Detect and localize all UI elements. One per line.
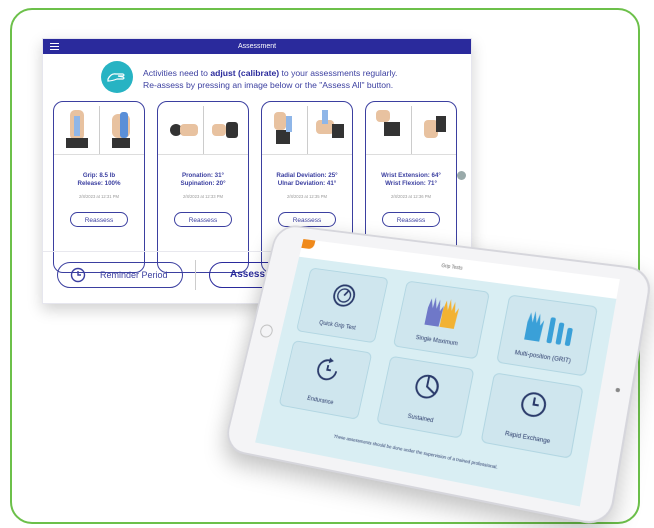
assessment-header: Assessment [43, 39, 471, 54]
deviation-images[interactable] [262, 102, 352, 155]
grip-stat: Grip: 8.5 lb Release: 100% [54, 172, 144, 188]
stat-line: Release: 100% [54, 180, 144, 188]
reassess-button[interactable]: Reassess [382, 212, 440, 227]
reminder-period-label: Reminder Period [100, 263, 168, 287]
clock-arrow-icon [312, 355, 343, 386]
hand-extension-image-icon [372, 106, 408, 150]
tile-label: Single Maximum [396, 332, 479, 350]
reassess-button[interactable]: Reassess [70, 212, 128, 227]
assessment-date: 2/8/2023 at 12:36 PM [366, 194, 456, 199]
app-corner-badge-icon [301, 239, 315, 249]
hand-grip-image-icon [60, 106, 96, 150]
grip-card[interactable]: Grip: 8.5 lb Release: 100% 2/8/2023 at 1… [53, 101, 145, 273]
deviation-stat: Radial Deviation: 25° Ulnar Deviation: 4… [262, 172, 352, 188]
hamburger-menu-icon[interactable] [50, 43, 59, 50]
assessment-title: Assessment [238, 43, 276, 50]
quick-grip-test-tile[interactable]: Quick Grip Test [296, 267, 389, 343]
assessment-date: 2/8/2023 at 12:33 PM [158, 194, 248, 199]
banner-text-part: Activities need to [143, 68, 210, 78]
banner-text-line2: Re-assess by pressing an image below or … [143, 80, 393, 90]
clock-icon [70, 267, 86, 283]
hand-flexion-image-icon [416, 106, 452, 150]
hand-radial-image-icon [268, 106, 304, 150]
tile-label: Rapid Exchange [483, 427, 572, 449]
stat-line: Wrist Extension: 64° [366, 172, 456, 180]
grip-images[interactable] [54, 102, 144, 155]
tile-label: Sustained [379, 409, 463, 430]
reminder-period-button[interactable]: Reminder Period [57, 262, 183, 288]
side-indicator-icon [457, 171, 466, 180]
pronation-stat: Pronation: 31° Supination: 20° [158, 172, 248, 188]
hand-supination-image-icon [208, 106, 244, 150]
pie-clock-icon [411, 371, 443, 403]
reassess-button[interactable]: Reassess [174, 212, 232, 227]
assessment-date: 2/8/2023 at 12:35 PM [262, 194, 352, 199]
single-maximum-tile[interactable]: Single Maximum [393, 281, 490, 360]
stat-line: Wrist Flexion: 71° [366, 180, 456, 188]
footer-divider [195, 260, 196, 290]
wrist-images[interactable] [366, 102, 456, 155]
tile-label: Multi-position (GRIT) [499, 348, 587, 367]
pronation-images[interactable] [158, 102, 248, 155]
tile-label: Quick Grip Test [299, 317, 377, 334]
hand-release-image-icon [104, 106, 140, 150]
hand-ulnar-image-icon [312, 106, 348, 150]
calibration-banner: Activities need to adjust (calibrate) to… [101, 61, 461, 95]
banner-text-part: to your assessments regularly. [279, 68, 397, 78]
pronation-card[interactable]: Pronation: 31° Supination: 20° 2/8/2023 … [157, 101, 249, 273]
glove-bars-icon [520, 308, 577, 349]
calibrate-hand-icon [101, 61, 133, 93]
stat-line: Grip: 8.5 lb [54, 172, 144, 180]
stat-line: Ulnar Deviation: 41° [262, 180, 352, 188]
grip-tests-title: Grip Tests [441, 263, 463, 271]
stat-line: Radial Deviation: 25° [262, 172, 352, 180]
banner-bold-text: adjust (calibrate) [210, 68, 279, 78]
tile-label: Endurance [281, 391, 360, 411]
multi-position-tile[interactable]: Multi-position (GRIT) [496, 294, 598, 376]
gauge-icon [329, 281, 360, 310]
stat-line: Supination: 20° [158, 180, 248, 188]
banner-text: Activities need to adjust (calibrate) to… [143, 67, 397, 91]
gloves-icon [418, 294, 466, 332]
rapid-exchange-tile[interactable]: Rapid Exchange [480, 372, 583, 459]
endurance-tile[interactable]: Endurance [278, 340, 372, 420]
stat-line: Pronation: 31° [158, 172, 248, 180]
hand-pronation-image-icon [164, 106, 200, 150]
clock-icon [517, 388, 551, 421]
sustained-tile[interactable]: Sustained [376, 356, 474, 439]
wrist-stat: Wrist Extension: 64° Wrist Flexion: 71° [366, 172, 456, 188]
assessment-date: 2/8/2023 at 12:31 PM [54, 194, 144, 199]
